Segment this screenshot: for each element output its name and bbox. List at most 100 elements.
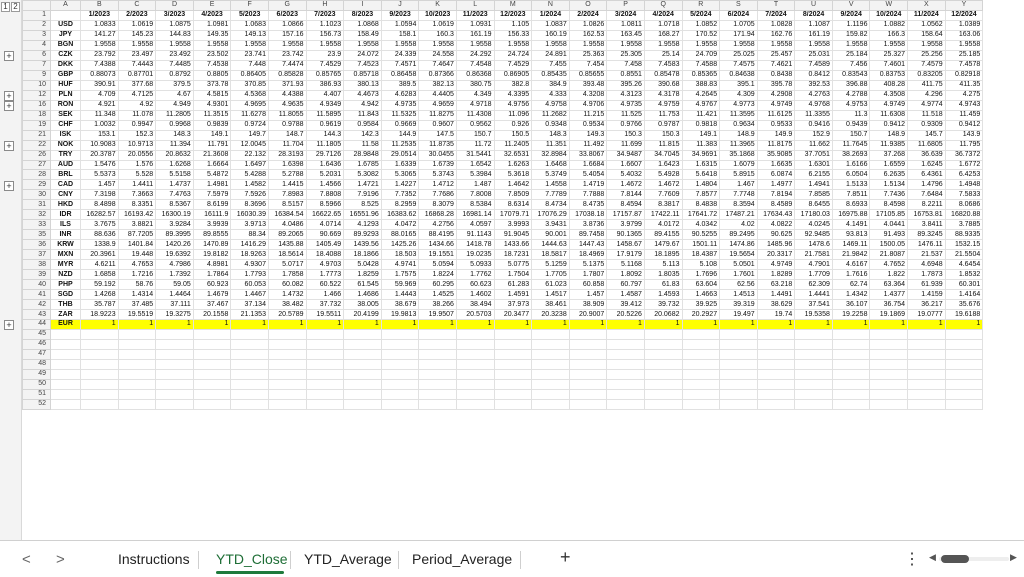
rate-cell[interactable]: 1.9558: [192, 39, 232, 51]
rate-cell[interactable]: 1: [719, 319, 758, 330]
rate-cell[interactable]: 156.73: [305, 29, 345, 41]
rate-cell[interactable]: 7.4529: [493, 59, 533, 71]
rate-cell[interactable]: 34.9487: [606, 149, 645, 161]
rate-cell[interactable]: 4.0245: [794, 219, 833, 231]
rate-cell[interactable]: 20.3787: [80, 149, 119, 161]
rate-cell[interactable]: 0.9766: [606, 119, 645, 131]
rate-cell[interactable]: 36.107: [831, 299, 871, 311]
rate-cell[interactable]: 37.268: [869, 149, 909, 161]
rate-cell[interactable]: 1.0389: [944, 19, 984, 31]
rate-cell[interactable]: 1.487: [455, 179, 495, 191]
rate-cell[interactable]: [531, 328, 570, 340]
rate-cell[interactable]: 25.184: [831, 49, 871, 61]
rate-cell[interactable]: 1.8035: [643, 269, 683, 281]
rate-cell[interactable]: 1.9558: [305, 39, 345, 51]
rate-cell[interactable]: 11.58: [343, 139, 382, 151]
rate-cell[interactable]: 1444.63: [531, 239, 570, 251]
rate-cell[interactable]: 153.1: [80, 129, 119, 141]
rate-cell[interactable]: 145.23: [117, 29, 157, 41]
rate-cell[interactable]: 4.9718: [455, 99, 495, 111]
row-header[interactable]: 48: [22, 358, 51, 370]
rate-cell[interactable]: [869, 338, 909, 350]
rate-cell[interactable]: 11.3515: [192, 109, 232, 121]
rate-cell[interactable]: 6.4361: [907, 169, 946, 181]
rate-cell[interactable]: 1: [944, 319, 984, 330]
rate-cell[interactable]: 1.7709: [794, 269, 833, 281]
rate-cell[interactable]: 19.497: [719, 309, 758, 320]
rate-cell[interactable]: 90.625: [756, 229, 796, 241]
rate-cell[interactable]: 89.3245: [907, 229, 946, 241]
rate-cell[interactable]: 1.9558: [869, 39, 909, 51]
currency-code-cell[interactable]: CNY: [50, 189, 81, 201]
rate-cell[interactable]: 4.1293: [343, 219, 382, 231]
rate-cell[interactable]: 1.6468: [531, 159, 570, 171]
rate-cell[interactable]: 1.8224: [418, 269, 457, 281]
column-header[interactable]: W: [869, 0, 909, 11]
rate-cell[interactable]: 37.541: [794, 299, 833, 311]
rate-cell[interactable]: 37.111: [155, 299, 194, 311]
rate-cell[interactable]: 7.4579: [907, 59, 946, 71]
rate-cell[interactable]: [343, 348, 382, 360]
more-options-icon[interactable]: ⋮: [904, 549, 920, 569]
rate-cell[interactable]: 90.5255: [681, 229, 721, 241]
row-header[interactable]: 6: [22, 49, 51, 61]
rate-cell[interactable]: 16753.81: [907, 209, 946, 221]
rate-cell[interactable]: 17105.85: [869, 209, 909, 221]
rate-cell[interactable]: 10.9083: [80, 139, 119, 151]
rate-cell[interactable]: 10.9713: [117, 139, 157, 151]
rate-cell[interactable]: 380.13: [343, 79, 382, 91]
rate-cell[interactable]: 0.9439: [831, 119, 871, 131]
date-header-cell[interactable]: 8/2023: [343, 9, 382, 21]
rate-cell[interactable]: 60.301: [944, 279, 984, 291]
rate-cell[interactable]: 5.3065: [380, 169, 420, 181]
rate-cell[interactable]: 20.5226: [606, 309, 645, 320]
rate-cell[interactable]: 4.6283: [380, 89, 420, 101]
rate-cell[interactable]: [719, 398, 758, 410]
rate-cell[interactable]: 1.9558: [117, 39, 157, 51]
rate-cell[interactable]: 1: [117, 319, 157, 330]
rate-cell[interactable]: 5.5158: [155, 169, 194, 181]
row-header[interactable]: 39: [22, 269, 51, 281]
rate-cell[interactable]: 158.49: [343, 29, 382, 41]
rate-cell[interactable]: 1.9558: [831, 39, 871, 51]
rate-cell[interactable]: [869, 388, 909, 400]
rate-cell[interactable]: 1405.49: [305, 239, 345, 251]
date-header-cell[interactable]: 9/2024: [831, 9, 871, 21]
rate-cell[interactable]: 160.19: [531, 29, 570, 41]
rate-cell[interactable]: [343, 398, 382, 410]
rate-cell[interactable]: [305, 338, 345, 350]
date-header-cell[interactable]: 6/2023: [267, 9, 307, 21]
rate-cell[interactable]: [117, 358, 157, 370]
rate-cell[interactable]: 1.7616: [831, 269, 871, 281]
rate-cell[interactable]: 1.7696: [681, 269, 721, 281]
rate-cell[interactable]: 1.1196: [831, 19, 871, 31]
rate-cell[interactable]: 1.6245: [907, 159, 946, 171]
rate-cell[interactable]: [230, 368, 269, 380]
rate-cell[interactable]: 408.28: [869, 79, 909, 91]
rate-cell[interactable]: [380, 358, 420, 370]
rate-cell[interactable]: 5.0775: [493, 259, 533, 271]
rate-cell[interactable]: 0.9348: [531, 119, 570, 131]
rate-cell[interactable]: [606, 358, 645, 370]
rate-cell[interactable]: 1.4804: [681, 179, 721, 191]
rate-cell[interactable]: 37.467: [192, 299, 232, 311]
rate-cell[interactable]: [719, 368, 758, 380]
rate-cell[interactable]: 16868.28: [418, 209, 457, 221]
rate-cell[interactable]: 384.9: [531, 79, 570, 91]
rate-cell[interactable]: [643, 378, 683, 390]
rate-cell[interactable]: [305, 368, 345, 380]
rate-cell[interactable]: 5.1168: [606, 259, 645, 271]
rate-cell[interactable]: 16030.39: [230, 209, 269, 221]
rate-cell[interactable]: 1.7762: [455, 269, 495, 281]
rate-cell[interactable]: 148.9: [869, 129, 909, 141]
rate-cell[interactable]: [756, 388, 796, 400]
rate-cell[interactable]: 161.19: [794, 29, 833, 41]
rate-cell[interactable]: 11.3355: [794, 109, 833, 121]
rate-cell[interactable]: 28.3193: [267, 149, 307, 161]
column-header[interactable]: H: [305, 0, 345, 11]
date-header-cell[interactable]: 1/2023: [80, 9, 119, 21]
rate-cell[interactable]: 4.407: [305, 89, 345, 101]
rate-cell[interactable]: 1.822: [869, 269, 909, 281]
rate-cell[interactable]: 18.4088: [305, 249, 345, 261]
rate-cell[interactable]: 4.2763: [794, 89, 833, 101]
